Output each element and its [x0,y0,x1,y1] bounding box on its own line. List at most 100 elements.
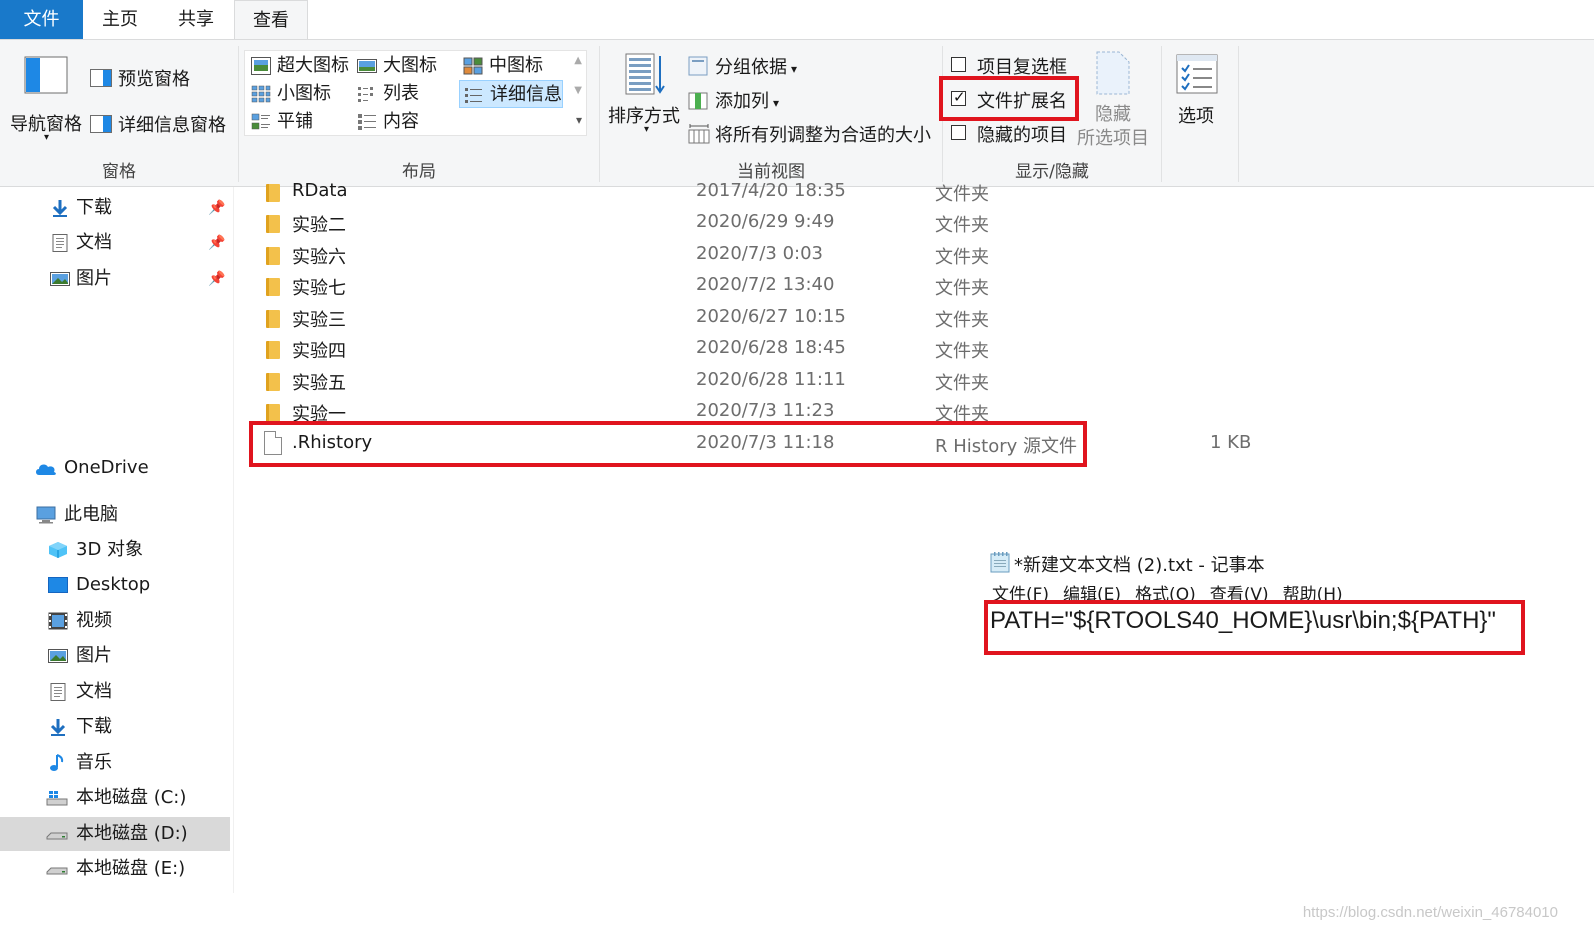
file-date: 2020/6/29 9:49 [696,211,835,232]
tiles-icon [251,113,270,130]
menu-help[interactable]: 帮助(H) [1283,585,1343,600]
layout-item-label: 详细信息 [490,84,562,105]
menu-file[interactable]: 文件(F) [992,585,1049,600]
file-name: 实验七 [292,278,346,299]
desktop-icon [48,577,68,593]
tab-home[interactable]: 主页 [96,0,144,40]
hidden-items-label: 隐藏的项目 [977,125,1067,146]
nav-quick-pictures[interactable]: 图片 📌 [0,262,234,296]
menu-view[interactable]: 查看(V) [1210,585,1269,600]
navigation-pane-icon [24,56,68,94]
computer-icon [36,506,56,524]
nav-item-label: 文档 [76,681,112,702]
folder-icon [266,341,280,359]
list-item[interactable]: 实验四 2020/6/28 18:45 文件夹 [256,334,1256,365]
details-pane-icon [90,115,112,133]
menu-format[interactable]: 格式(O) [1135,585,1196,600]
notepad-menu-bar: 文件(F) 编辑(E) 格式(O) 查看(V) 帮助(H) [992,580,1357,600]
nav-item-label: 图片 [76,645,112,666]
layout-gallery: 超大图标 大图标 中图标 小图标 列表 详细信息 平铺 内容 ▲ ▼ ▾ [244,50,587,136]
layout-details[interactable]: 详细信息 [459,80,563,108]
item-checkboxes-checkbox[interactable] [951,57,966,72]
video-icon [48,612,68,630]
nav-drive-c[interactable]: 本地磁盘 (C:) [0,781,234,815]
nav-pane-button[interactable]: 导航窗格 ▾ [6,50,90,150]
nav-quick-download[interactable]: 下载 📌 [0,191,234,225]
file-name: 实验六 [292,247,346,268]
group-by-icon [688,56,708,76]
gallery-scroll-up[interactable]: ▲ [574,55,582,66]
pin-icon[interactable]: 📌 [208,262,225,296]
gallery-expand[interactable]: ▾ [576,113,582,127]
nav-item-label: 视频 [76,610,112,631]
group-by-button[interactable]: 分组依据 [688,52,818,80]
folder-icon [266,184,280,202]
tab-share[interactable]: 共享 [170,0,222,40]
nav-item-label: 本地磁盘 (E:) [76,858,186,879]
hidden-items-toggle[interactable]: 隐藏的项目 [951,120,1081,146]
list-item[interactable]: RData 2017/4/20 18:35 文件夹 [256,177,1256,208]
drive-icon [46,867,68,875]
nav-documents[interactable]: 文档 [0,675,234,709]
current-view-group: 排序方式 ▾ 分组依据 添加列 将所有列调整为合适的大小 当前视图 [600,40,942,186]
folder-icon [266,373,280,391]
nav-music[interactable]: 音乐 [0,746,234,780]
nav-drive-e[interactable]: 本地磁盘 (E:) [0,852,234,886]
watermark: https://blog.csdn.net/weixin_46784010 [1302,904,1558,921]
panes-group-label: 窗格 [102,162,136,182]
file-date: 2020/7/2 13:40 [696,274,835,295]
download-arrow-icon [52,200,68,217]
file-date: 2020/7/3 11:23 [696,400,835,421]
pin-icon[interactable]: 📌 [208,226,225,260]
layout-small-icons[interactable]: 小图标 [247,80,331,108]
file-name: RData [292,180,348,201]
hide-selected-button[interactable]: 隐藏 所选项目 [1075,50,1153,154]
list-item[interactable]: 实验二 2020/6/29 9:49 文件夹 [256,208,1256,239]
list-item[interactable]: 实验六 2020/7/3 0:03 文件夹 [256,240,1256,271]
nav-this-pc[interactable]: 此电脑 [0,498,234,532]
list-item[interactable]: 实验七 2020/7/2 13:40 文件夹 [256,271,1256,302]
picture-icon [50,272,70,286]
music-icon [50,754,64,771]
nav-drive-d[interactable]: 本地磁盘 (D:) [0,817,230,851]
preview-pane-button[interactable]: 预览窗格 [90,64,230,92]
nav-quick-documents[interactable]: 文档 📌 [0,226,234,260]
hidden-items-checkbox[interactable] [951,125,966,140]
layout-medium-icons[interactable]: 中图标 [459,52,543,80]
nav-videos[interactable]: 视频 [0,604,234,638]
fit-columns-button[interactable]: 将所有列调整为合适的大小 [688,120,938,148]
menu-edit[interactable]: 编辑(E) [1063,585,1121,600]
layout-list[interactable]: 列表 [353,80,419,108]
panes-group: 导航窗格 ▾ 预览窗格 详细信息窗格 窗格 [0,40,238,186]
details-pane-button[interactable]: 详细信息窗格 [90,110,235,138]
layout-item-label: 中图标 [489,55,543,76]
nav-pictures[interactable]: 图片 [0,639,234,673]
file-name: 实验三 [292,310,346,331]
folder-icon [266,278,280,296]
layout-extra-large-icons[interactable]: 超大图标 [247,52,349,80]
list-item[interactable]: 实验五 2020/6/28 11:11 文件夹 [256,366,1256,397]
options-icon [1176,54,1218,94]
nav-item-label: 下载 [76,716,112,737]
layout-item-label: 大图标 [383,55,437,76]
file-type: 文件夹 [935,373,989,394]
nav-onedrive[interactable]: OneDrive [0,451,234,485]
tab-file[interactable]: 文件 [0,0,83,40]
layout-tiles[interactable]: 平铺 [247,108,313,136]
extra-large-icons-icon [251,57,271,75]
chevron-down-icon: ▾ [44,132,50,143]
folder-icon [266,310,280,328]
tab-view[interactable]: 查看 [234,0,308,41]
sort-by-button[interactable]: 排序方式 ▾ [606,50,686,142]
pin-icon[interactable]: 📌 [208,191,225,225]
nav-3d-objects[interactable]: 3D 对象 [0,533,234,567]
nav-downloads[interactable]: 下载 [0,710,234,744]
options-button[interactable]: 选项 [1166,52,1232,152]
gallery-scroll-down[interactable]: ▼ [574,85,582,96]
nav-desktop[interactable]: Desktop [0,568,234,602]
add-column-button[interactable]: 添加列 [688,86,798,114]
layout-content[interactable]: 内容 [353,108,419,136]
layout-large-icons[interactable]: 大图标 [353,52,437,80]
item-checkboxes-toggle[interactable]: 项目复选框 [951,52,1081,78]
list-item[interactable]: 实验三 2020/6/27 10:15 文件夹 [256,303,1256,334]
